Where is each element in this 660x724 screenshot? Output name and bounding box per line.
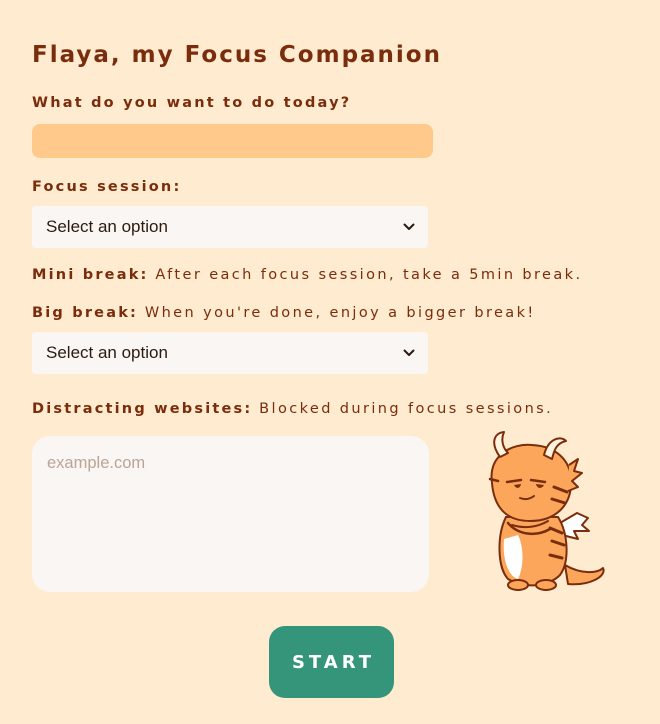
big-break-row: Big break: When you're done, enjoy a big… — [32, 305, 536, 321]
mini-break-row: Mini break: After each focus session, ta… — [32, 267, 582, 283]
page-title: Flaya, my Focus Companion — [32, 42, 442, 68]
distracting-websites-row: Distracting websites: Blocked during foc… — [32, 401, 553, 417]
task-input[interactable] — [32, 124, 433, 158]
mini-break-label: Mini break: — [32, 267, 149, 283]
dragon-mascot-icon — [488, 431, 605, 591]
big-break-description: When you're done, enjoy a bigger break! — [144, 305, 536, 321]
distracting-websites-placeholder: example.com — [47, 454, 146, 472]
task-label-text: What do you want to do today? — [32, 95, 352, 111]
distracting-websites-textarea[interactable]: example.com — [32, 436, 429, 592]
big-break-select[interactable]: Select an option — [32, 332, 428, 374]
focus-session-label: Focus session: — [32, 179, 181, 195]
task-label: What do you want to do today? — [32, 95, 351, 111]
focus-session-label-text: Focus session: — [32, 179, 182, 195]
distracting-websites-label: Distracting websites: — [32, 401, 253, 417]
focus-session-selected-value: Select an option — [46, 217, 168, 236]
start-button[interactable]: START — [269, 626, 394, 698]
big-break-selected-value: Select an option — [46, 343, 168, 362]
mini-break-description: After each focus session, take a 5min br… — [155, 267, 583, 283]
focus-session-select[interactable]: Select an option — [32, 206, 428, 248]
chevron-down-icon — [402, 346, 416, 360]
big-break-label: Big break: — [32, 305, 139, 321]
distracting-websites-description: Blocked during focus sessions. — [259, 401, 554, 417]
chevron-down-icon — [402, 220, 416, 234]
